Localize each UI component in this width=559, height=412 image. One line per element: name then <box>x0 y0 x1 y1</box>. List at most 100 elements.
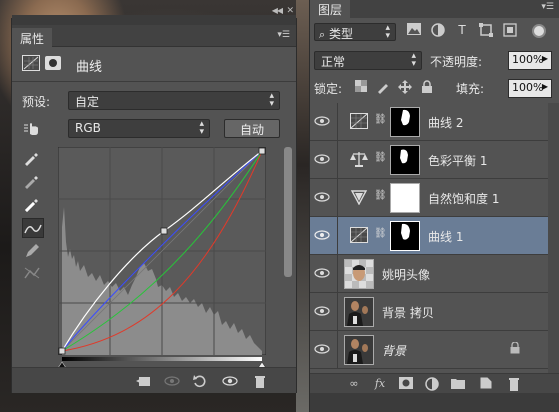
shape-layer-filter-icon[interactable] <box>478 23 494 39</box>
trash-icon[interactable] <box>252 373 268 389</box>
preset-dropdown[interactable]: 自定 ▴ ▾ <box>68 91 280 110</box>
layer-row[interactable]: ⛓ 自然饱和度 1 <box>310 179 559 217</box>
eye-icon[interactable] <box>314 265 330 281</box>
mask-thumbnail[interactable] <box>390 183 420 213</box>
layer-row[interactable]: ⛓ 色彩平衡 1 <box>310 141 559 179</box>
channel-dropdown[interactable]: RGB ▴ ▾ <box>68 119 210 138</box>
pixel-layer-filter-icon[interactable] <box>406 23 422 39</box>
lock-image-pixels-icon[interactable] <box>376 80 390 94</box>
layer-thumbnail[interactable] <box>344 259 374 289</box>
add-mask-icon[interactable] <box>398 377 414 391</box>
eyedropper-gray-icon[interactable] <box>22 172 44 192</box>
chevron-updown-icon: ▴ ▾ <box>411 51 416 69</box>
curve-control-point[interactable] <box>160 227 168 235</box>
fill-input[interactable]: 100% ▶ <box>508 79 552 98</box>
eye-icon[interactable] <box>314 189 330 205</box>
layer-row[interactable]: 背景 拷贝 <box>310 293 559 331</box>
fill-value: 100% <box>512 81 544 94</box>
close-icon[interactable]: ✕ <box>286 6 294 16</box>
chain-link-icon[interactable]: ⛓ <box>374 114 387 128</box>
eye-icon[interactable] <box>314 227 330 243</box>
layers-bottom-bar: ∞ fx <box>310 373 559 393</box>
chevron-updown-icon: ▴ ▾ <box>199 119 204 137</box>
layer-row[interactable]: 姚明头像 <box>310 255 559 293</box>
layer-name[interactable]: 色彩平衡 1 <box>428 152 487 169</box>
new-group-folder-icon[interactable] <box>450 377 466 391</box>
curves-adjustment-icon <box>350 227 368 243</box>
opacity-label: 不透明度: <box>430 55 483 69</box>
smart-object-filter-icon[interactable] <box>502 23 518 39</box>
auto-button[interactable]: 自动 <box>224 119 280 138</box>
divider <box>337 103 338 141</box>
layer-name[interactable]: 曲线 1 <box>428 228 463 245</box>
curve-endpoint-white[interactable] <box>258 147 266 155</box>
curve-point-tool-icon[interactable] <box>22 218 44 238</box>
layer-name[interactable]: 曲线 2 <box>428 114 463 131</box>
smooth-curve-icon[interactable] <box>22 263 44 283</box>
mask-thumbnail[interactable] <box>390 221 420 251</box>
properties-panel: ◀◀ ✕ 属性 ▾☰ 曲线 预设: 自定 ▴ ▾ RGB ▴ ▾ 自动 <box>11 6 297 393</box>
chevron-down-icon[interactable]: ▶ <box>542 82 548 91</box>
panel-header-bar[interactable]: ◀◀ ✕ <box>12 6 296 25</box>
clip-to-layer-icon[interactable] <box>136 373 152 389</box>
eyedropper-white-icon[interactable] <box>22 195 44 215</box>
eye-icon[interactable] <box>314 113 330 129</box>
lock-position-icon[interactable] <box>398 80 412 94</box>
tab-properties[interactable]: 属性 <box>12 28 53 47</box>
layer-name[interactable]: 背景 <box>382 342 406 359</box>
layer-name[interactable]: 姚明头像 <box>382 266 430 283</box>
layer-filter-dropdown[interactable]: ⌕ 类型 ▴ ▾ <box>314 23 396 41</box>
chain-link-icon[interactable]: ⛓ <box>374 228 387 242</box>
layer-thumbnail[interactable] <box>344 297 374 327</box>
pencil-draw-icon[interactable] <box>22 241 44 261</box>
properties-scrollbar[interactable] <box>284 147 292 277</box>
adjustment-layer-filter-icon[interactable] <box>430 23 446 39</box>
mask-thumbnail[interactable] <box>390 145 420 175</box>
chevron-updown-icon: ▴ ▾ <box>385 23 390 41</box>
view-previous-state-icon[interactable] <box>164 373 180 389</box>
lock-all-icon[interactable] <box>420 80 434 94</box>
opacity-input[interactable]: 100% ▶ <box>508 51 552 70</box>
layers-scrollbar[interactable] <box>548 103 559 373</box>
eye-icon[interactable] <box>314 151 330 167</box>
divider <box>12 81 296 82</box>
blend-mode-dropdown[interactable]: 正常 ▴ ▾ <box>314 51 422 70</box>
chevron-down-icon[interactable]: ▶ <box>542 54 548 63</box>
layer-row[interactable]: ⛓ 曲线 2 <box>310 103 559 141</box>
panel-menu-icon[interactable]: ▾☰ <box>277 30 290 40</box>
chain-link-icon[interactable]: ⛓ <box>374 190 387 204</box>
on-image-adjust-hand-icon[interactable] <box>22 119 42 137</box>
layer-mask-icon[interactable] <box>45 56 61 70</box>
tab-layers[interactable]: 图层 <box>310 0 351 18</box>
layer-name[interactable]: 自然饱和度 1 <box>428 190 499 207</box>
new-layer-icon[interactable] <box>478 377 494 391</box>
layer-name[interactable]: 背景 拷贝 <box>382 304 434 321</box>
curve-endpoint-black[interactable] <box>58 347 66 355</box>
collapse-icon[interactable]: ◀◀ <box>272 6 283 15</box>
type-layer-filter-icon[interactable]: T <box>454 23 470 39</box>
reset-icon[interactable] <box>192 373 208 389</box>
layer-row[interactable]: 背景 <box>310 331 559 369</box>
curves-graph[interactable] <box>57 146 267 356</box>
filter-toggle-switch[interactable] <box>532 24 546 38</box>
eye-icon[interactable] <box>314 303 330 319</box>
layer-thumbnail[interactable] <box>344 335 374 365</box>
layer-list: ⛓ 曲线 2 ⛓ 色彩平衡 1 ⛓ 自然饱和度 1 ⛓ 曲线 1 姚明头像 背景… <box>310 103 559 373</box>
link-layers-icon[interactable]: ∞ <box>346 377 362 391</box>
curves-graph-canvas[interactable] <box>57 146 267 356</box>
layer-row[interactable]: ⛓ 曲线 1 <box>310 217 559 255</box>
input-levels-slider[interactable] <box>57 357 267 369</box>
lock-transparent-pixels-icon[interactable] <box>354 80 368 94</box>
eyedropper-black-icon[interactable] <box>22 149 44 169</box>
fx-icon[interactable]: fx <box>372 377 388 391</box>
background-photo-strip <box>296 0 310 412</box>
preset-value: 自定 <box>75 95 100 109</box>
trash-icon[interactable] <box>506 377 522 391</box>
new-adjustment-layer-icon[interactable] <box>424 377 440 391</box>
panel-menu-icon[interactable]: ▾☰ <box>541 2 554 12</box>
chain-link-icon[interactable]: ⛓ <box>374 152 387 166</box>
curves-adjustment-icon <box>22 55 40 71</box>
toggle-visibility-icon[interactable] <box>222 373 238 389</box>
mask-thumbnail[interactable] <box>390 107 420 137</box>
eye-icon[interactable] <box>314 341 330 357</box>
